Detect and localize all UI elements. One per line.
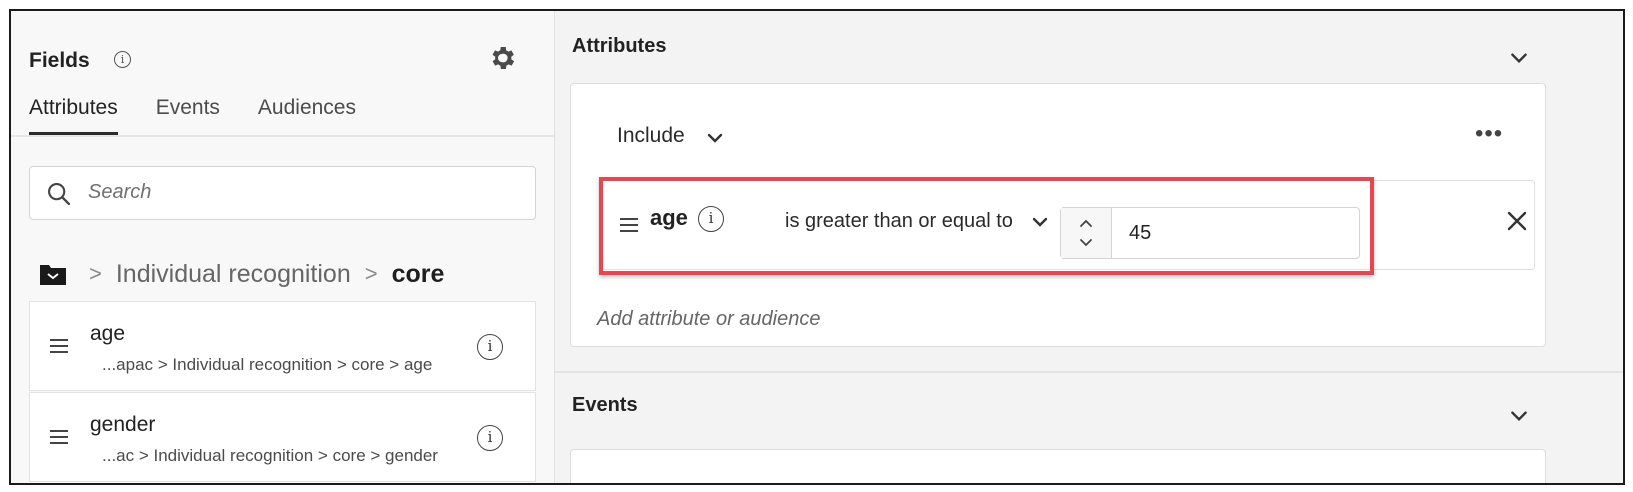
tab-events[interactable]: Events xyxy=(156,93,220,135)
breadcrumb-item-individual-recognition[interactable]: Individual recognition xyxy=(116,260,351,289)
list-item[interactable]: age ...apac > Individual recognition > c… xyxy=(29,301,536,391)
breadcrumb-separator: > xyxy=(364,261,378,286)
drag-handle-icon[interactable] xyxy=(50,338,68,354)
include-dropdown[interactable]: Include xyxy=(617,124,685,148)
rule-builder: Attributes Include ••• age i is greater … xyxy=(555,11,1623,483)
tabs-divider xyxy=(11,135,554,137)
list-item[interactable]: gender ...ac > Individual recognition > … xyxy=(29,392,536,482)
field-path: ...apac > Individual recognition > core … xyxy=(102,355,433,374)
chevron-down-icon[interactable] xyxy=(1508,47,1530,69)
fields-panel: Fields i Attributes Events Audiences Sea… xyxy=(11,11,555,483)
app-frame: Fields i Attributes Events Audiences Sea… xyxy=(9,9,1625,485)
chevron-down-icon[interactable] xyxy=(705,128,725,148)
fields-title: Fields xyxy=(29,49,90,72)
tab-attributes[interactable]: Attributes xyxy=(29,93,118,135)
breadcrumb: > Individual recognition > core xyxy=(39,257,444,291)
search-placeholder: Search xyxy=(88,181,152,203)
section-divider xyxy=(555,371,1623,373)
search-icon xyxy=(48,183,71,206)
gear-icon[interactable] xyxy=(487,43,517,73)
attributes-section-title: Attributes xyxy=(572,35,667,57)
field-name: gender xyxy=(90,413,156,436)
info-icon[interactable]: i xyxy=(477,334,503,360)
breadcrumb-item-core: core xyxy=(391,259,445,288)
events-section-title: Events xyxy=(572,394,638,416)
breadcrumb-separator: > xyxy=(89,261,102,286)
info-icon[interactable]: i xyxy=(477,425,503,451)
field-tabs: Attributes Events Audiences xyxy=(29,93,394,135)
attributes-card: Include ••• age i is greater than or equ… xyxy=(570,83,1546,347)
field-path: ...ac > Individual recognition > core > … xyxy=(102,446,438,465)
folder-icon[interactable] xyxy=(39,262,67,286)
add-attribute-link[interactable]: Add attribute or audience xyxy=(597,308,821,331)
info-icon[interactable]: i xyxy=(114,51,131,68)
events-card xyxy=(570,449,1546,483)
tab-audiences[interactable]: Audiences xyxy=(258,93,356,135)
highlight-box xyxy=(599,177,1374,275)
close-icon[interactable] xyxy=(1505,209,1529,233)
more-options-button[interactable]: ••• xyxy=(1475,122,1503,146)
search-input[interactable]: Search xyxy=(29,166,536,220)
drag-handle-icon[interactable] xyxy=(50,429,68,445)
field-name: age xyxy=(90,322,126,345)
chevron-down-icon[interactable] xyxy=(1508,405,1530,427)
